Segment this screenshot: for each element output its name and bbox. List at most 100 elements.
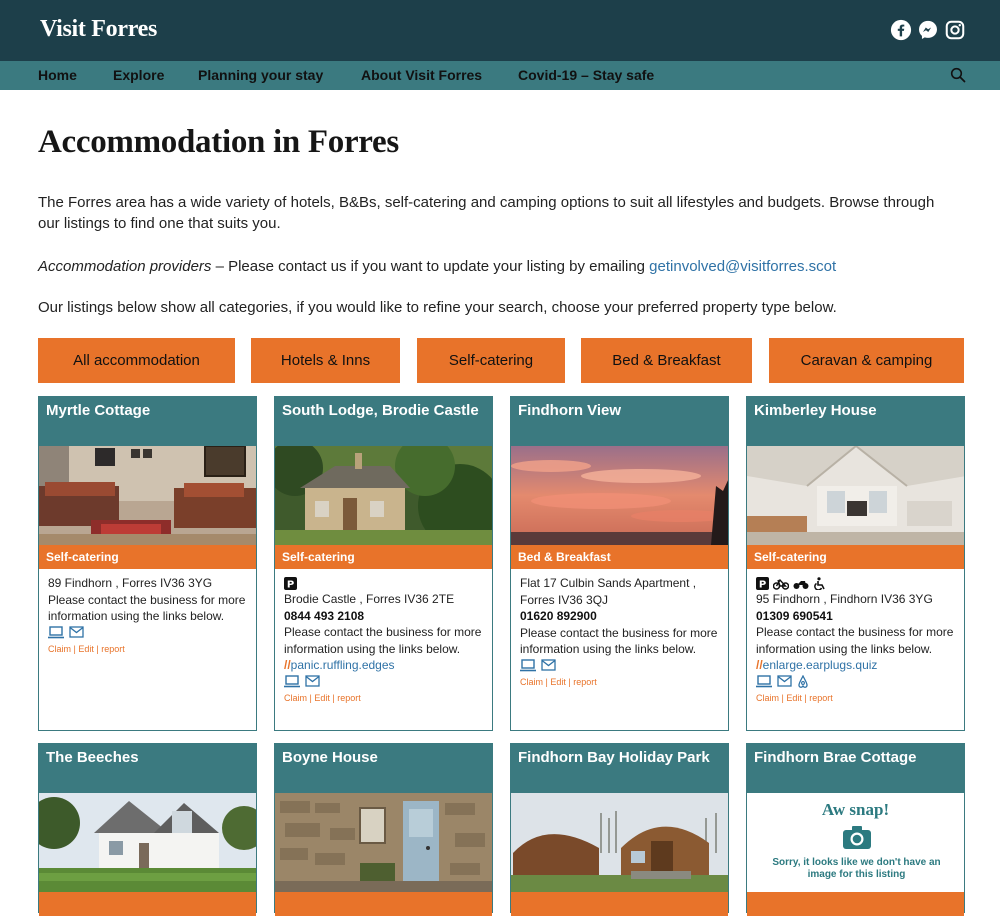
filter-all-button[interactable]: All accommodation [38,338,235,383]
listing-url[interactable]: //enlarge.earplugs.quiz [756,657,955,674]
placeholder-title: Aw snap! [821,800,890,819]
contact-icons [520,658,719,672]
listing-card[interactable]: Kimberley House Self-catering P 95 Findh… [746,396,965,731]
edit-link[interactable]: Edit [550,677,566,687]
listing-image[interactable] [275,793,492,892]
website-icon[interactable] [48,625,64,639]
claim-link[interactable]: Claim [520,677,543,687]
listing-meta-links: Claim | Edit | report [284,692,361,703]
edit-link[interactable]: Edit [314,693,330,703]
nav-item-home[interactable]: Home [38,67,77,83]
listing-meta-links: Claim | Edit | report [756,692,833,703]
parking-icon: P [756,576,769,590]
listing-card[interactable]: Myrtle Cottage Self-catering 89 Findhorn… [38,396,257,731]
listing-category [39,892,256,916]
listing-phone[interactable]: 01309 690541 [756,608,955,625]
claim-link[interactable]: Claim [48,644,71,654]
listing-image-placeholder: Aw snap! Sorry, it looks like we don't h… [747,793,964,892]
listing-category: Self-catering [275,545,492,569]
nav-item-about[interactable]: About Visit Forres [361,67,482,83]
wheelchair-icon [814,576,825,590]
refine-text: Our listings below show all categories, … [38,299,837,316]
website-icon[interactable] [284,674,300,688]
listing-image[interactable] [275,446,492,545]
bicycle-icon [773,578,789,590]
listing-card[interactable]: The Beeches [38,743,257,916]
report-link[interactable]: report [337,693,361,703]
report-link[interactable]: report [573,677,597,687]
website-icon[interactable] [520,658,536,672]
listing-details: 89 Findhorn , Forres IV36 3YG Please con… [39,569,256,657]
filter-hotels-button[interactable]: Hotels & Inns [251,338,400,383]
listing-title[interactable]: The Beeches [39,744,256,793]
claim-link[interactable]: Claim [756,693,779,703]
contact-icons [756,674,955,688]
email-icon[interactable] [305,675,320,687]
main-nav: Home Explore Planning your stay About Vi… [0,61,1000,90]
listing-details: Flat 17 Culbin Sands Apartment , Forres … [511,569,728,690]
providers-text: Accommodation providers – Please contact… [38,256,938,277]
listing-title[interactable]: Findhorn View [511,397,728,446]
listing-title[interactable]: Kimberley House [747,397,964,446]
listing-note: Please contact the business for more inf… [284,625,482,656]
site-header: Visit Forres [0,0,1000,61]
listing-card[interactable]: Findhorn Bay Holiday Park [510,743,729,916]
listing-card[interactable]: Boyne House [274,743,493,916]
listing-image[interactable] [511,446,728,545]
report-link[interactable]: report [809,693,833,703]
listing-phone[interactable]: 01620 892900 [520,608,719,625]
edit-link[interactable]: Edit [78,644,94,654]
placeholder-text: Sorry, it looks like we don't have an im… [772,857,941,880]
camera-icon [843,826,871,849]
listing-image[interactable] [39,793,256,892]
listing-title[interactable]: South Lodge, Brodie Castle [275,397,492,446]
email-icon[interactable] [541,659,556,671]
listing-address: 95 Findhorn , Findhorn IV36 3YG [756,592,933,606]
search-icon[interactable] [950,67,966,83]
instagram-icon[interactable] [944,19,966,41]
email-icon[interactable] [777,675,792,687]
airbnb-icon[interactable] [797,674,809,688]
nav-item-explore[interactable]: Explore [113,67,164,83]
contact-icons [48,625,247,639]
report-link[interactable]: report [101,644,125,654]
listing-title[interactable]: Findhorn Brae Cottage [747,744,964,793]
filter-bnb-button[interactable]: Bed & Breakfast [581,338,752,383]
listing-category [275,892,492,916]
listing-url[interactable]: //panic.ruffling.edges [284,657,483,674]
listing-card[interactable]: Findhorn View Bed & Breakfast Flat 17 Cu… [510,396,729,731]
email-icon[interactable] [69,626,84,638]
listing-address: Flat 17 Culbin Sands Apartment , Forres … [520,576,697,607]
listing-card[interactable]: South Lodge, Brodie Castle Self-catering… [274,396,493,731]
filter-selfcatering-button[interactable]: Self-catering [417,338,565,383]
listing-category: Bed & Breakfast [511,545,728,569]
claim-link[interactable]: Claim [284,693,307,703]
listing-url-text[interactable]: enlarge.earplugs.quiz [763,658,878,672]
listing-image[interactable] [747,446,964,545]
listing-card[interactable]: Findhorn Brae Cottage Aw snap! Sorry, it… [746,743,965,916]
filter-camping-button[interactable]: Caravan & camping [769,338,964,383]
motorbike-icon [793,580,809,589]
nav-item-covid[interactable]: Covid-19 – Stay safe [518,67,654,83]
listing-image[interactable] [39,446,256,545]
listing-note: Please contact the business for more inf… [756,625,954,656]
website-icon[interactable] [756,674,772,688]
listing-category: Self-catering [39,545,256,569]
listing-note: Please contact the business for more inf… [48,592,246,624]
messenger-icon[interactable] [917,19,939,41]
listing-image[interactable] [511,793,728,892]
nav-item-planning[interactable]: Planning your stay [198,67,323,83]
what3words-icon: // [756,658,763,672]
providers-label: Accommodation providers [38,258,212,275]
facebook-icon[interactable] [890,19,912,41]
listing-title[interactable]: Boyne House [275,744,492,793]
listing-title[interactable]: Findhorn Bay Holiday Park [511,744,728,793]
svg-text:P: P [287,579,294,590]
listing-title[interactable]: Myrtle Cottage [39,397,256,446]
site-logo[interactable]: Visit Forres [40,16,157,43]
listing-phone[interactable]: 0844 493 2108 [284,608,483,625]
listing-url-text[interactable]: panic.ruffling.edges [291,658,395,672]
listing-meta-links: Claim | Edit | report [48,643,125,654]
contact-email-link[interactable]: getinvolved@visitforres.scot [649,258,836,275]
edit-link[interactable]: Edit [786,693,802,703]
